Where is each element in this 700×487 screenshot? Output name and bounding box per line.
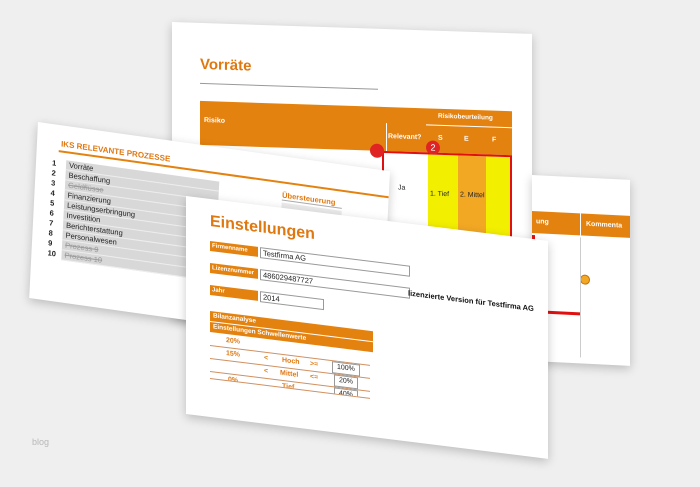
row-number: 9 (47, 238, 53, 248)
vorraete-title: Vorräte (200, 55, 252, 75)
threshold-operator: < (264, 367, 269, 376)
header-divider (426, 124, 512, 129)
header-e: E (464, 135, 469, 143)
risk-value-s: 1. Tief (430, 190, 450, 199)
einstellungen-sheet: Einstellungen Firmenname Testfirma AG Li… (186, 196, 548, 459)
einstellungen-title: Einstellungen (210, 212, 315, 243)
risk-value-e: 2. Mittel (460, 191, 485, 200)
row-number: 6 (49, 208, 54, 218)
header-partial: ung (536, 218, 549, 226)
header-risiko: Risiko (204, 117, 226, 125)
title-divider (200, 82, 378, 90)
row-number: 7 (48, 218, 54, 228)
risk-header-bar: Risiko Relevant? Risikobeurteilung S E F (200, 100, 512, 156)
row-number: 10 (47, 248, 57, 259)
threshold-value: 15% (226, 349, 241, 359)
header-divider (580, 213, 581, 236)
header-s: S (438, 134, 443, 142)
jahr-field[interactable]: 2014 (260, 291, 324, 311)
row-number: 8 (48, 228, 53, 238)
row-number: 5 (49, 198, 55, 208)
threshold-operator: >= (310, 360, 319, 369)
lizenz-note: lizenzierte Version für Testfirma AG (408, 288, 534, 314)
threshold-level: Mittel (280, 369, 299, 379)
header-relevant: Relevant? (388, 133, 422, 142)
threshold-value: 20% (226, 336, 241, 346)
right-header-bar: ung Kommenta (532, 211, 630, 238)
row-number: 4 (50, 188, 55, 198)
threshold-value: 0% (228, 376, 239, 385)
relevant-value: Ja (398, 184, 406, 192)
header-risikobeurteilung: Risikobeurteilung (438, 112, 493, 122)
jahr-label: Jahr (210, 284, 258, 301)
header-f: F (492, 136, 497, 144)
firmenname-label: Firmenname (210, 240, 258, 257)
threshold-level: Hoch (282, 356, 300, 367)
threshold-input[interactable]: 40% (334, 387, 359, 399)
threshold-operator: < (264, 354, 269, 363)
row-number: 3 (50, 178, 56, 188)
status-dot-icon (580, 274, 590, 285)
header-kommentar: Kommenta (586, 220, 623, 230)
watermark: blog (32, 437, 50, 447)
column-divider (580, 237, 581, 358)
row-number: 2 (51, 168, 56, 178)
marker-circle (370, 143, 384, 158)
header-divider (386, 123, 387, 152)
step-badge: 2 (426, 140, 440, 155)
lizenz-label: Lizenznummer (210, 262, 258, 279)
threshold-level: Tief (282, 382, 295, 392)
row-number: 1 (51, 158, 57, 168)
threshold-operator: <= (310, 373, 319, 382)
